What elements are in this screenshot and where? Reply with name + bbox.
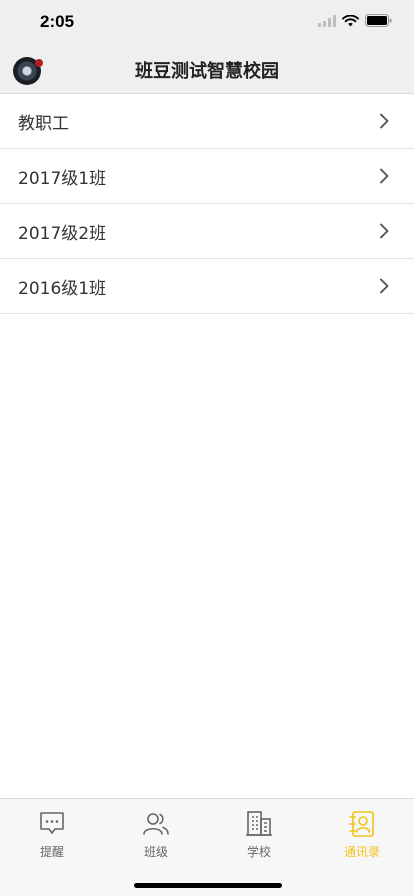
tab-label: 通讯录 (343, 845, 380, 859)
tab-label: 班级 (143, 845, 168, 859)
building-icon (246, 811, 272, 836)
list-item[interactable]: 2016级1班 (0, 259, 414, 314)
status-icons (318, 14, 392, 27)
status-bar: 2:05 (0, 0, 414, 44)
list-item-label: 教职工 (18, 114, 69, 134)
tab-reminders[interactable]: 提醒 (0, 809, 104, 860)
chevron-right-icon (380, 113, 389, 129)
page-title: 班豆测试智慧校园 (135, 61, 279, 82)
contacts-icon (349, 811, 374, 837)
tab-class[interactable]: 班级 (104, 809, 208, 860)
home-indicator (134, 883, 282, 888)
navigation-bar: 班豆测试智慧校园 (0, 44, 414, 94)
chevron-right-icon (380, 168, 389, 184)
list-item[interactable]: 2017级1班 (0, 149, 414, 204)
list-item-label: 2016级1班 (18, 279, 107, 299)
list-item[interactable]: 2017级2班 (0, 204, 414, 259)
status-time: 2:05 (40, 12, 75, 31)
tab-label: 提醒 (39, 845, 64, 859)
tab-label: 学校 (246, 845, 271, 859)
list-item-label: 2017级2班 (18, 224, 107, 244)
list-item[interactable]: 教职工 (0, 94, 414, 149)
chat-bubble-icon (40, 812, 64, 834)
battery-icon (365, 14, 392, 27)
chevron-right-icon (380, 223, 389, 239)
chevron-right-icon (380, 278, 389, 294)
wifi-icon (342, 14, 359, 26)
tab-school[interactable]: 学校 (207, 809, 311, 860)
tab-bar: 提醒 班级 学校 通讯录 (0, 798, 414, 896)
contact-group-list: 教职工 2017级1班 2017级2班 2016级1班 (0, 94, 414, 314)
list-item-label: 2017级1班 (18, 169, 107, 189)
cellular-signal-icon (318, 14, 336, 27)
people-icon (143, 813, 169, 835)
tab-contacts[interactable]: 通讯录 (310, 809, 414, 860)
